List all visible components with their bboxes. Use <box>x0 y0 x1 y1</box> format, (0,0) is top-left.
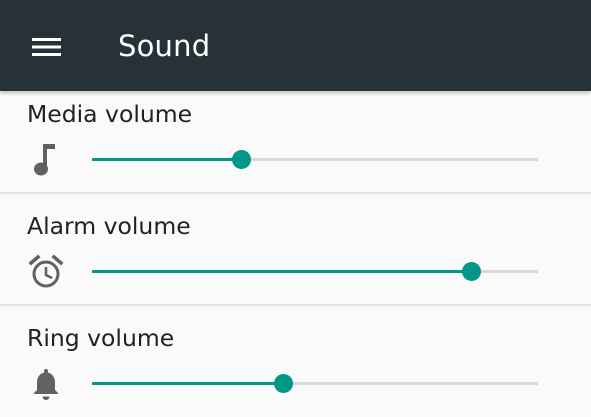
alarm-clock-icon <box>28 254 64 290</box>
sound-settings-screen: Sound Media volume Alarm volume Ring vol… <box>0 0 591 417</box>
app-toolbar: Sound <box>0 0 591 91</box>
alarm-volume-row: Alarm volume <box>0 194 591 306</box>
ring-volume-slider[interactable] <box>92 372 538 396</box>
alarm-volume-slider[interactable] <box>92 260 538 284</box>
media-volume-slider[interactable] <box>92 148 538 172</box>
slider-thumb[interactable] <box>461 262 481 281</box>
slider-fill <box>92 270 472 273</box>
menu-button[interactable] <box>22 27 70 67</box>
ring-volume-label: Ring volume <box>27 324 175 352</box>
slider-thumb[interactable] <box>231 150 251 169</box>
menu-icon <box>32 38 61 56</box>
music-note-icon <box>28 142 64 178</box>
media-volume-label: Media volume <box>27 100 193 128</box>
page-title: Sound <box>118 29 211 63</box>
slider-fill <box>92 158 242 161</box>
media-volume-row: Media volume <box>0 91 591 203</box>
bell-icon <box>28 366 64 402</box>
slider-thumb[interactable] <box>274 374 294 393</box>
ring-volume-row: Ring volume <box>0 306 591 417</box>
slider-fill <box>92 382 284 385</box>
alarm-volume-label: Alarm volume <box>27 212 191 240</box>
